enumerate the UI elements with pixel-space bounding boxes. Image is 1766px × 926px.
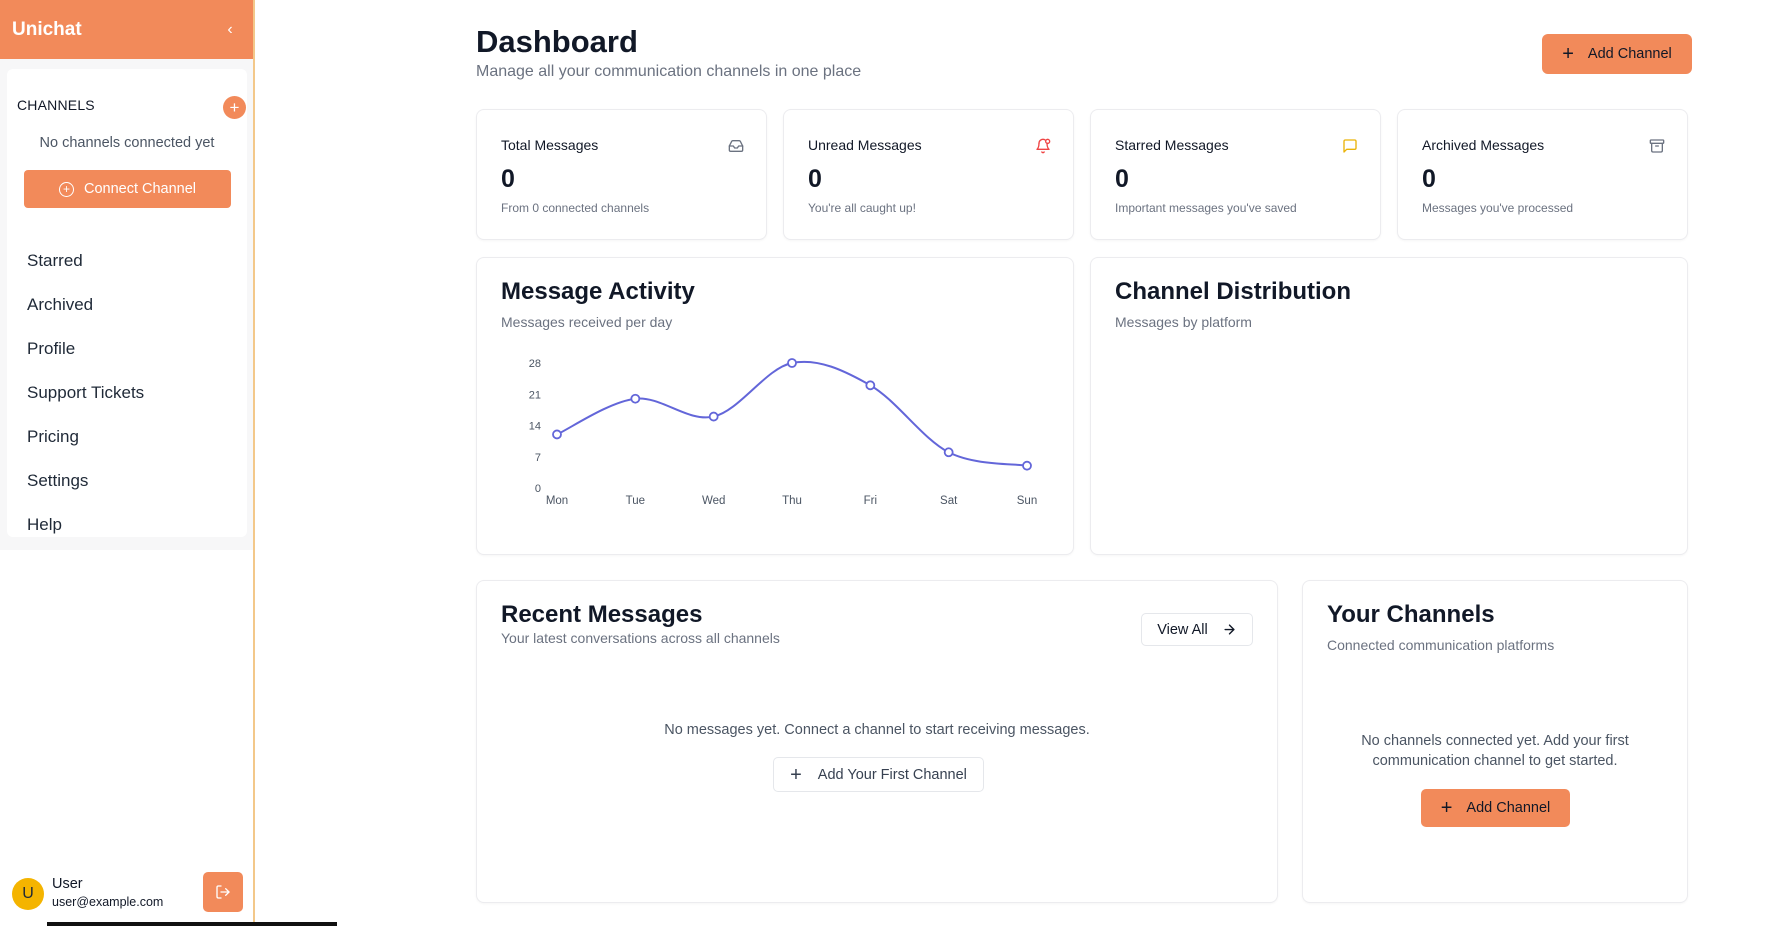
- data-point: [787, 358, 797, 368]
- page-subtitle: Manage all your communication channels i…: [476, 63, 862, 80]
- stat-description: You're all caught up!: [808, 201, 916, 215]
- plus-icon: +: [1562, 43, 1574, 65]
- avatar[interactable]: U: [12, 878, 44, 910]
- stat-value: 0: [501, 165, 515, 193]
- add-channel-button[interactable]: + Add Channel: [1421, 789, 1570, 827]
- stat-card-starred: Starred Messages 0 Important messages yo…: [1090, 109, 1381, 240]
- bell-icon: [1036, 138, 1051, 154]
- channels-empty-text: No channels connected yet: [39, 135, 215, 151]
- stat-title: Unread Messages: [808, 137, 922, 153]
- card-subtitle: Messages received per day: [501, 314, 673, 330]
- stat-title: Archived Messages: [1422, 137, 1545, 153]
- data-point: [630, 393, 641, 404]
- plus-icon: +: [1440, 797, 1453, 819]
- y-tick-label: 14: [529, 421, 541, 433]
- sidebar-header: Unichat ‹: [0, 0, 253, 59]
- stat-card-archived: Archived Messages 0 Messages you've proc…: [1397, 109, 1688, 240]
- x-tick-label: Tue: [626, 495, 645, 507]
- stat-description: Important messages you've saved: [1115, 201, 1297, 215]
- card-title: Message Activity: [501, 278, 695, 305]
- user-profile: U User user@example.com: [0, 872, 253, 926]
- data-point: [943, 447, 954, 458]
- card-subtitle: Your latest conversations across all cha…: [501, 630, 780, 646]
- sidebar-nav: Starred Archived Profile Support Tickets…: [27, 239, 144, 547]
- recent-empty-text: No messages yet. Connect a channel to st…: [664, 722, 1090, 738]
- stat-description: Messages you've processed: [1422, 201, 1574, 215]
- inbox-icon: [728, 140, 744, 152]
- y-tick-label: 21: [529, 389, 541, 401]
- data-point: [1022, 460, 1032, 471]
- view-all-button[interactable]: View All: [1141, 613, 1253, 646]
- y-tick-label: 7: [535, 452, 541, 464]
- sidebar-item-archived[interactable]: Archived: [27, 283, 144, 327]
- user-name: User: [52, 876, 83, 892]
- empty-line: communication channel to get started.: [1372, 753, 1618, 769]
- stat-description: From 0 connected channels: [501, 201, 650, 215]
- page-title: Dashboard: [476, 24, 638, 59]
- message-square-icon: [1343, 139, 1357, 153]
- add-channel-label: Add Channel: [1587, 46, 1672, 62]
- connect-channel-label: Connect Channel: [83, 181, 197, 197]
- x-tick-label: Sat: [940, 495, 958, 507]
- collapse-sidebar-icon[interactable]: ‹: [219, 21, 241, 39]
- card-subtitle: Messages by platform: [1115, 314, 1252, 330]
- add-first-channel-label: Add Your First Channel: [817, 766, 967, 783]
- brand-logo[interactable]: Unichat: [12, 19, 82, 41]
- x-tick-label: Mon: [546, 495, 568, 507]
- data-point: [865, 380, 876, 391]
- sidebar-panel: CHANNELS + No channels connected yet + C…: [0, 59, 253, 550]
- sidebar-item-starred[interactable]: Starred: [27, 239, 144, 283]
- stat-value: 0: [808, 165, 822, 193]
- sidebar-item-support-tickets[interactable]: Support Tickets: [27, 371, 144, 415]
- card-title: Channel Distribution: [1115, 278, 1351, 305]
- plus-circle-icon: +: [58, 181, 74, 197]
- sidebar-item-profile[interactable]: Profile: [27, 327, 144, 371]
- x-tick-label: Thu: [782, 495, 802, 507]
- stat-card-total: Total Messages 0 From 0 connected channe…: [476, 109, 767, 240]
- series-line: [556, 360, 1028, 467]
- sidebar-card: CHANNELS + No channels connected yet + C…: [7, 69, 247, 537]
- stat-value: 0: [1422, 165, 1436, 193]
- bottom-divider: [47, 922, 337, 926]
- add-first-channel-button[interactable]: + Add Your First Channel: [773, 757, 984, 792]
- card-subtitle: Connected communication platforms: [1327, 637, 1555, 653]
- sidebar: Unichat ‹ CHANNELS + No channels connect…: [0, 0, 255, 926]
- logout-button[interactable]: [203, 872, 243, 912]
- sidebar-item-help[interactable]: Help: [27, 503, 144, 547]
- message-activity-chart: 0 7 14 21 28 Mon Tue Wed Thu Fri Sat Sun: [529, 358, 1037, 507]
- your-channels-empty-text: No channels connected yet. Add your firs…: [1303, 731, 1687, 771]
- stat-card-unread: Unread Messages 0 You're all caught up!: [783, 109, 1074, 240]
- sidebar-item-pricing[interactable]: Pricing: [27, 415, 144, 459]
- stat-value: 0: [1115, 165, 1129, 193]
- your-channels-card: Your Channels Connected communication pl…: [1302, 580, 1688, 903]
- message-activity-card: Message Activity Messages received per d…: [476, 257, 1074, 555]
- data-point: [552, 429, 562, 440]
- y-tick-label: 28: [529, 358, 541, 370]
- stat-title: Starred Messages: [1115, 137, 1229, 153]
- plus-icon: +: [790, 763, 802, 786]
- recent-messages-card: Recent Messages Your latest conversation…: [476, 580, 1278, 903]
- data-point: [708, 411, 719, 422]
- x-tick-label: Sun: [1017, 495, 1037, 507]
- user-email: user@example.com: [52, 895, 164, 909]
- stat-title: Total Messages: [501, 137, 599, 153]
- x-tick-label: Fri: [864, 495, 877, 507]
- channels-heading: CHANNELS: [17, 97, 95, 113]
- channel-distribution-card: Channel Distribution Messages by platfor…: [1090, 257, 1688, 555]
- add-channel-label: Add Channel: [1466, 800, 1551, 816]
- y-tick-label: 0: [535, 483, 541, 495]
- view-all-label: View All: [1157, 621, 1208, 638]
- add-channel-plus-icon[interactable]: +: [223, 96, 246, 119]
- logout-icon: [216, 885, 230, 899]
- x-tick-label: Wed: [702, 495, 725, 507]
- archive-icon: [1649, 139, 1665, 153]
- sidebar-item-settings[interactable]: Settings: [27, 459, 144, 503]
- arrow-right-icon: [1224, 624, 1235, 635]
- empty-line: No channels connected yet. Add your firs…: [1361, 733, 1629, 749]
- connect-channel-button[interactable]: + Connect Channel: [24, 170, 231, 208]
- card-title: Your Channels: [1327, 601, 1495, 628]
- card-title: Recent Messages: [501, 601, 703, 628]
- add-channel-button[interactable]: + Add Channel: [1542, 34, 1692, 74]
